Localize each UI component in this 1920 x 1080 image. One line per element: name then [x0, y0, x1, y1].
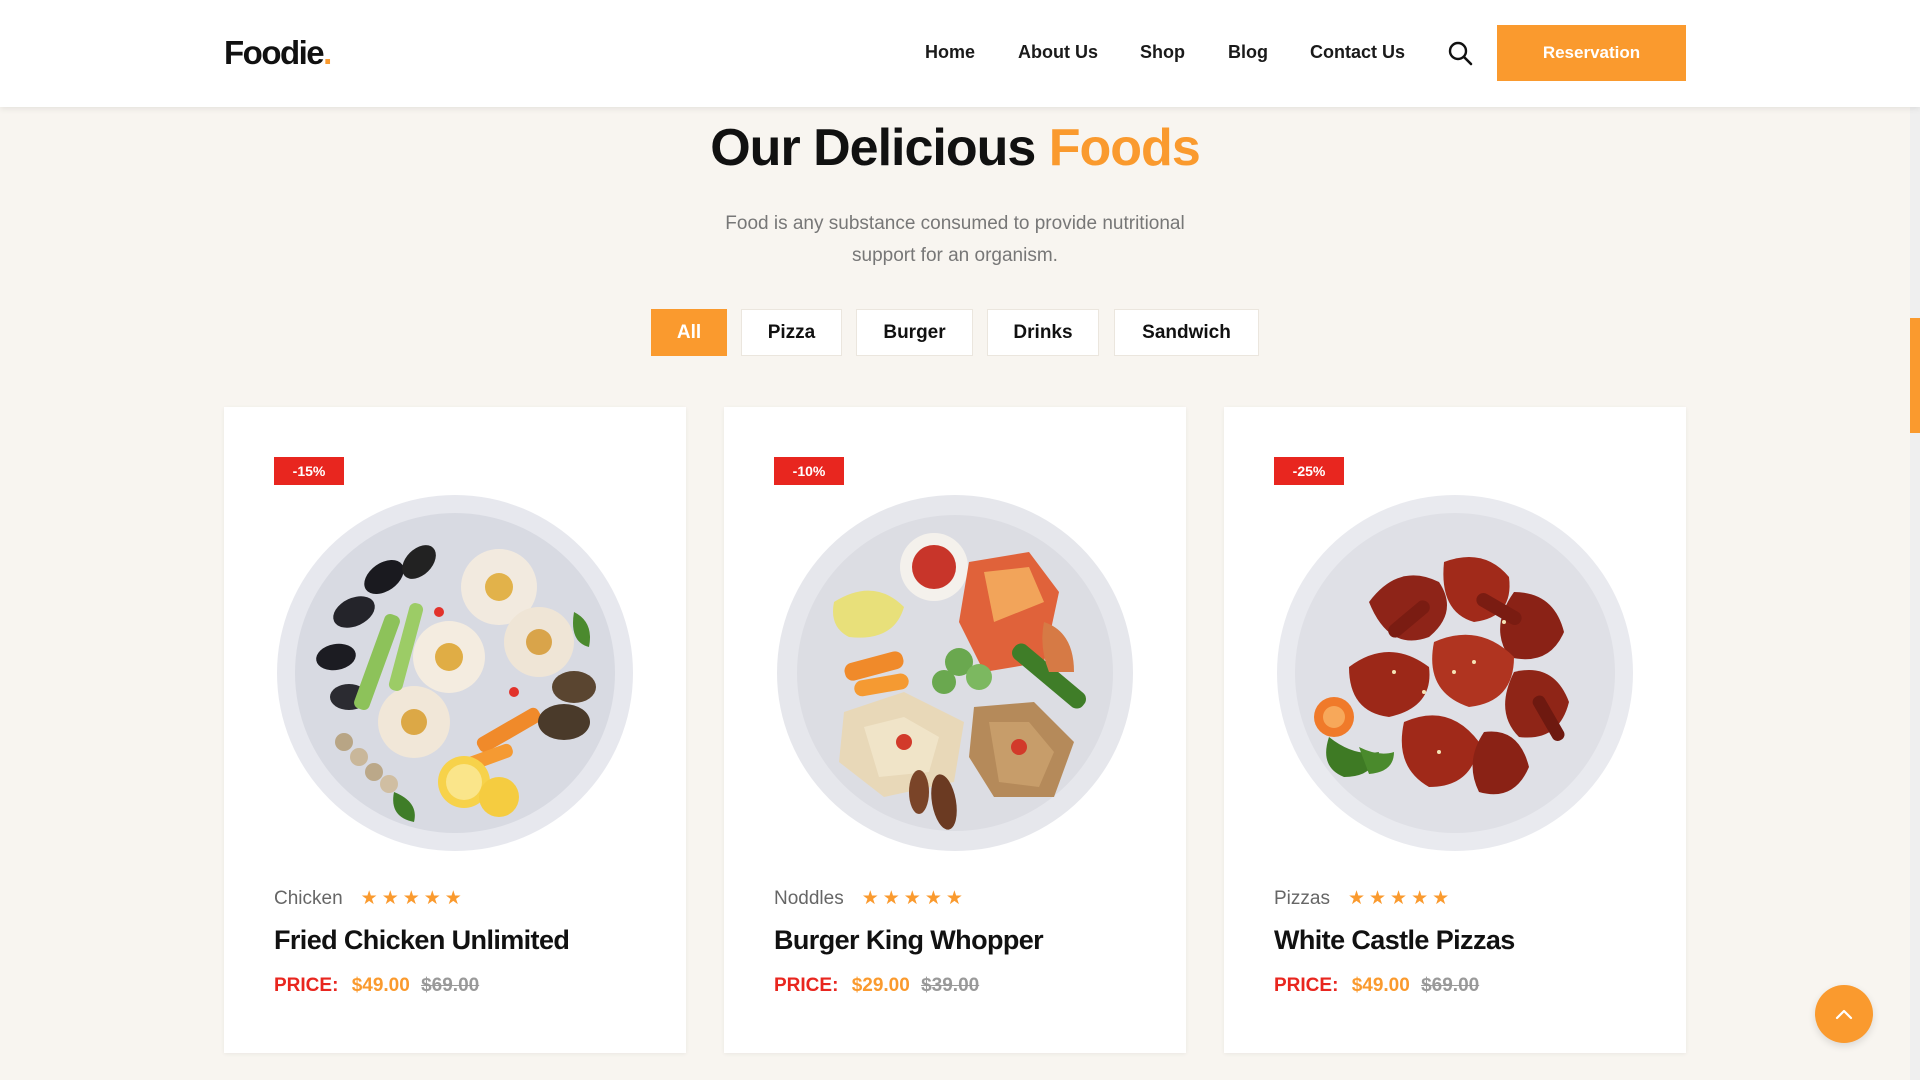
price-label: PRICE: [1274, 975, 1339, 996]
product-name[interactable]: Burger King Whopper [774, 925, 1044, 956]
price-label: PRICE: [774, 975, 839, 996]
site-logo[interactable]: Foodie. [224, 34, 332, 72]
product-price: PRICE: $49.00 $69.00 [274, 975, 479, 997]
filter-burger[interactable]: Burger [856, 309, 973, 356]
product-price: PRICE: $49.00 $69.00 [1274, 975, 1479, 997]
product-name[interactable]: Fried Chicken Unlimited [274, 925, 570, 956]
logo-text: Foodie [224, 34, 325, 71]
section-title-accent: Foods [1048, 119, 1201, 177]
discount-badge: -25% [1274, 457, 1344, 485]
old-price: $69.00 [1421, 975, 1480, 996]
nav-home[interactable]: Home [925, 42, 975, 63]
current-price: $49.00 [1351, 975, 1410, 996]
nav-contact-us[interactable]: Contact Us [1310, 42, 1405, 63]
product-meta: Chicken ★★★★★ [274, 887, 466, 910]
korean-plate-image[interactable] [774, 492, 1136, 854]
section-title-main: Our Delicious [710, 119, 1049, 177]
product-category: Pizzas [1274, 887, 1330, 909]
filter-all[interactable]: All [651, 309, 727, 356]
current-price: $49.00 [351, 975, 410, 996]
search-icon[interactable] [1447, 40, 1473, 66]
site-header: Foodie. Home About Us Shop Blog Contact … [0, 0, 1920, 107]
scrollbar-thumb[interactable] [1910, 318, 1920, 433]
product-category: Noddles [774, 887, 844, 909]
nav-shop[interactable]: Shop [1140, 42, 1185, 63]
nav-blog[interactable]: Blog [1228, 42, 1268, 63]
nav-about-us[interactable]: About Us [1018, 42, 1098, 63]
back-to-top-button[interactable] [1815, 985, 1873, 1043]
star-rating: ★★★★★ [861, 888, 967, 909]
current-price: $29.00 [851, 975, 910, 996]
product-meta: Pizzas ★★★★★ [1274, 887, 1453, 910]
product-meta: Noddles ★★★★★ [774, 887, 967, 910]
star-rating: ★★★★★ [1347, 888, 1454, 909]
section-subtitle: Food is any substance consumed to provid… [725, 213, 1185, 266]
filter-drinks[interactable]: Drinks [987, 309, 1099, 356]
product-card[interactable]: -15% Chicken ★★★★★ Fried Chicken Unlimit… [224, 407, 686, 1053]
logo-dot: . [323, 34, 332, 71]
product-price: PRICE: $29.00 $39.00 [774, 975, 979, 997]
product-category: Chicken [274, 887, 343, 909]
section-title: Our Delicious Foods [0, 118, 1910, 178]
discount-badge: -10% [774, 457, 844, 485]
price-label: PRICE: [274, 975, 339, 996]
discount-badge: -15% [274, 457, 344, 485]
product-card[interactable]: -10% Noddles ★★★★★ Burger King Whopper P… [724, 407, 1186, 1053]
chevron-up-icon [1835, 1009, 1853, 1020]
filter-sandwich[interactable]: Sandwich [1114, 309, 1259, 356]
filter-pizza[interactable]: Pizza [741, 309, 842, 356]
reservation-button[interactable]: Reservation [1497, 25, 1686, 81]
star-rating: ★★★★★ [360, 888, 466, 909]
chicken-wings-plate-image[interactable] [1274, 492, 1636, 854]
product-card[interactable]: -25% Pizzas ★★★★★ White Castle Pizzas PR… [1224, 407, 1686, 1053]
page-scrollbar[interactable] [1910, 0, 1920, 1080]
old-price: $39.00 [921, 975, 980, 996]
product-name[interactable]: White Castle Pizzas [1274, 925, 1515, 956]
old-price: $69.00 [421, 975, 480, 996]
seafood-plate-image[interactable] [274, 492, 636, 854]
